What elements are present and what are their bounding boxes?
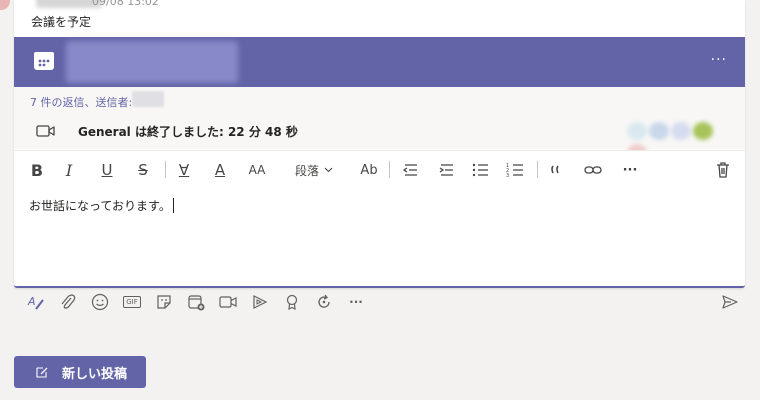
video-camera-icon (36, 125, 55, 137)
underline-button[interactable]: U (96, 159, 118, 181)
gif-icon[interactable]: GIF (122, 292, 142, 312)
quote-icon[interactable] (547, 159, 569, 181)
text-caret (172, 198, 174, 213)
reply-section: 7 件の返信、送信者: General は終了しました: 22 分 48 秒 (14, 87, 745, 162)
trash-icon[interactable] (712, 159, 734, 181)
new-post-button[interactable]: 新しい投稿 (14, 356, 146, 388)
participant-avatars[interactable] (625, 122, 733, 162)
left-rail (0, 0, 14, 30)
author-avatar[interactable] (0, 0, 10, 10)
schedule-meeting-icon[interactable] (186, 292, 206, 312)
more-apps-button[interactable]: ··· (346, 292, 366, 312)
paragraph-label: 段落 (294, 163, 319, 178)
reply-senders-blurred (132, 91, 164, 107)
gif-icon-label: GIF (123, 296, 141, 308)
bulleted-list-icon[interactable] (469, 159, 491, 181)
svg-text:A: A (27, 295, 36, 308)
meeting-ended-text: General は終了しました: 22 分 48 秒 (78, 125, 298, 139)
meeting-banner[interactable]: ··· (14, 37, 745, 87)
emoji-icon[interactable] (90, 292, 110, 312)
message-input[interactable]: お世話になっております。 (29, 197, 174, 214)
attach-icon[interactable] (58, 292, 78, 312)
more-options-button[interactable]: ··· (711, 52, 727, 68)
format-icon[interactable]: A (26, 292, 46, 312)
chevron-down-icon (324, 167, 333, 173)
format-toolbar: B I U S ∀ A AA 段落 Ab 123 ··· (14, 150, 745, 191)
highlight-button[interactable]: ∀ (173, 159, 195, 181)
loop-icon[interactable] (314, 292, 334, 312)
send-icon[interactable] (720, 292, 740, 312)
compose-icon (36, 367, 48, 378)
calendar-icon (34, 52, 54, 70)
toolbar-separator (389, 161, 390, 178)
bold-button[interactable]: B (26, 159, 48, 181)
message-input-value: お世話になっております。 (29, 199, 171, 213)
sticker-icon[interactable] (154, 292, 174, 312)
numbered-list-icon[interactable]: 123 (504, 159, 526, 181)
decrease-indent-icon[interactable] (398, 159, 420, 181)
stream-icon[interactable] (250, 292, 270, 312)
post-text: 会議を予定 (31, 15, 92, 29)
italic-button[interactable]: I (58, 159, 80, 181)
praise-icon[interactable] (282, 292, 302, 312)
post-header: 09/08 13:02 会議を予定 (14, 0, 745, 36)
paragraph-dropdown[interactable]: 段落 (292, 159, 336, 181)
conversation-card: 09/08 13:02 会議を予定 ··· 7 件の返信、送信者: Genera… (14, 0, 745, 288)
toolbar-separator (165, 161, 166, 178)
compose-extensions-bar: A GIF ··· (0, 288, 760, 316)
svg-text:3: 3 (506, 173, 509, 179)
toolbar-separator (537, 161, 538, 178)
font-color-button[interactable]: A (209, 159, 231, 181)
meet-now-icon[interactable] (218, 292, 238, 312)
replies-link[interactable]: 7 件の返信、送信者: (30, 94, 132, 110)
meeting-title-blurred (66, 41, 238, 83)
more-formatting-button[interactable]: ··· (618, 159, 642, 181)
clear-formatting-button[interactable]: Ab (358, 159, 380, 181)
increase-indent-icon[interactable] (434, 159, 456, 181)
new-post-label: 新しい投稿 (62, 366, 128, 382)
post-timestamp: 09/08 13:02 (92, 0, 159, 8)
link-icon[interactable] (582, 159, 604, 181)
strikethrough-button[interactable]: S (132, 159, 154, 181)
font-size-button[interactable]: AA (244, 159, 270, 181)
